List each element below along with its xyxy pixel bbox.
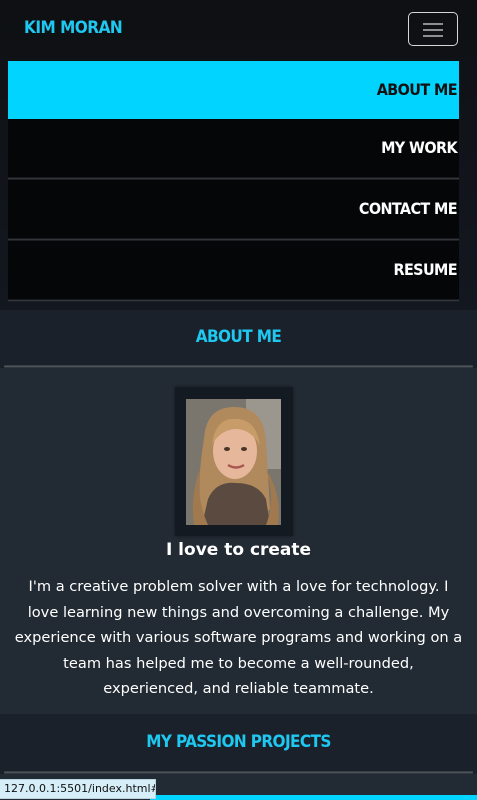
nav-item-label: Resume	[393, 260, 457, 279]
profile-photo-frame	[175, 387, 293, 536]
profile-photo-image	[186, 399, 281, 525]
nav-item-contact-me[interactable]: Contact Me	[8, 180, 459, 241]
about-description: I'm a creative problem solver with a lov…	[14, 578, 463, 697]
projects-section-header: My Passion Projects	[0, 714, 477, 774]
about-heading: About Me	[195, 327, 282, 347]
profile-photo	[186, 399, 281, 525]
nav-item-about-me[interactable]: About Me	[8, 61, 459, 119]
hamburger-icon	[423, 23, 443, 25]
accent-bar	[150, 795, 477, 800]
about-section-header: About Me	[0, 310, 477, 368]
hamburger-icon-bar	[423, 29, 443, 31]
navbar-toggler-button[interactable]	[408, 12, 458, 46]
section-divider	[4, 771, 473, 774]
browser-status-url: 127.0.0.1:5501/index.html#...	[0, 779, 156, 799]
projects-heading: My Passion Projects	[146, 732, 331, 752]
nav-item-label: About Me	[376, 80, 458, 99]
nav-item-label: Contact Me	[358, 199, 458, 218]
navbar: Kim Moran About Me My Work Contact Me Re…	[0, 0, 477, 310]
section-divider	[4, 365, 473, 368]
nav-item-my-work[interactable]: My Work	[8, 119, 459, 180]
nav-item-resume[interactable]: Resume	[8, 241, 459, 302]
about-tagline: I love to create	[165, 540, 312, 560]
hamburger-icon-bar	[423, 35, 443, 37]
brand-link[interactable]: Kim Moran	[24, 18, 123, 38]
nav-item-label: My Work	[381, 138, 458, 157]
